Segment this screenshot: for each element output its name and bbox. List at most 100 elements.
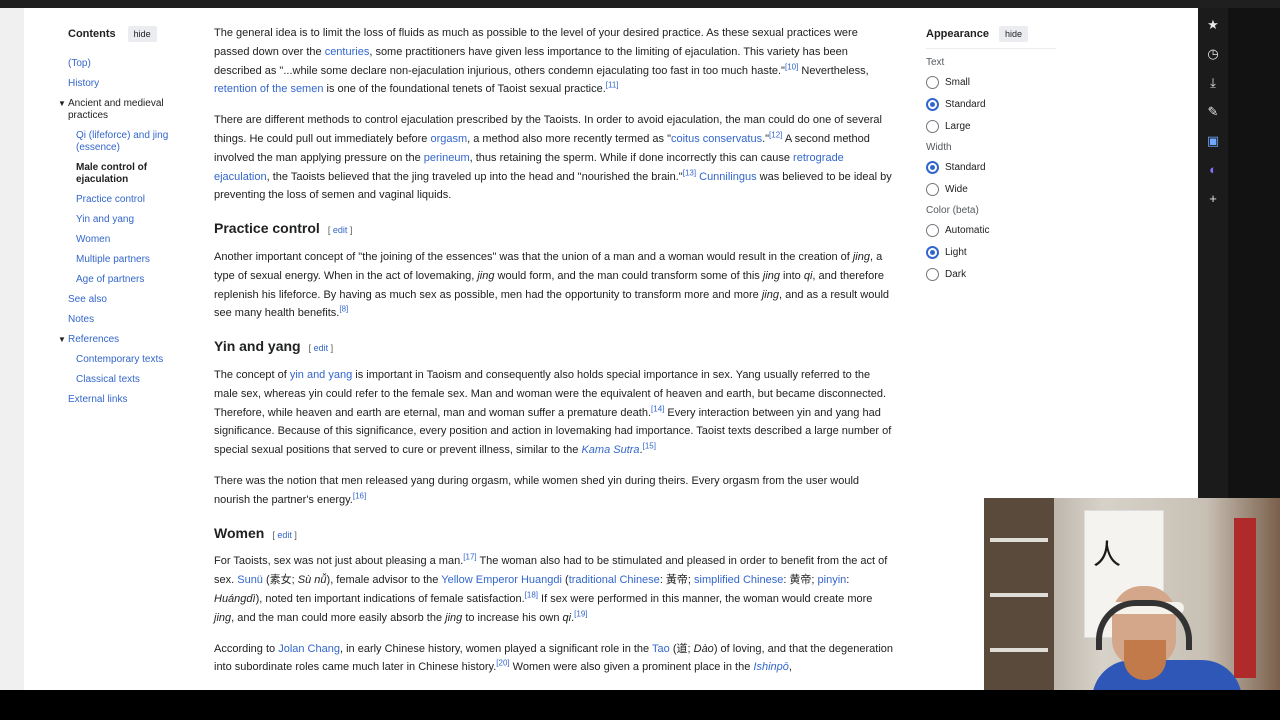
- radio-button[interactable]: [926, 224, 939, 237]
- toc-hide-button[interactable]: hide: [127, 26, 157, 42]
- toc-item-references[interactable]: ▼ References: [58, 334, 198, 346]
- radio-button[interactable]: [926, 183, 939, 196]
- text-size-standard-option[interactable]: Standard: [926, 98, 1056, 111]
- edit-link[interactable]: edit: [277, 530, 292, 540]
- radio-button[interactable]: [926, 268, 939, 281]
- webcam-overlay: 人: [984, 498, 1280, 720]
- toc-item-label: References: [68, 334, 120, 345]
- toc-item-qi-jing[interactable]: Qi (lifeforce) and jing (essence): [68, 130, 198, 154]
- toc-item-top[interactable]: (Top): [68, 58, 198, 70]
- toc-item-see-also[interactable]: See also: [68, 294, 198, 306]
- citation[interactable]: [10]: [785, 62, 798, 71]
- link[interactable]: orgasm: [430, 133, 467, 145]
- link[interactable]: Cunnilingus: [699, 171, 756, 183]
- citation[interactable]: [16]: [353, 491, 366, 500]
- download-icon[interactable]: ⤓: [1210, 74, 1216, 91]
- link[interactable]: centuries: [325, 46, 370, 58]
- toc-item-multiple-partners[interactable]: Multiple partners: [68, 254, 198, 266]
- link[interactable]: coitus conservatus: [671, 133, 762, 145]
- link[interactable]: perineum: [424, 152, 470, 164]
- section-heading-women: Women[ edit ]: [214, 524, 297, 541]
- section-heading-yin-yang: Yin and yang[ edit ]: [214, 338, 334, 355]
- radio-button[interactable]: [926, 76, 939, 89]
- width-wide-option[interactable]: Wide: [926, 183, 1056, 196]
- extension-icon[interactable]: ◐: [1209, 161, 1217, 178]
- browser-sidebar: ★ ◷ ⤓ ✎ ▣ ◐ +: [1198, 8, 1228, 498]
- appearance-hide-button[interactable]: hide: [998, 26, 1028, 42]
- toc-item-external-links[interactable]: External links: [68, 394, 198, 406]
- citation[interactable]: [20]: [496, 659, 509, 668]
- link[interactable]: traditional Chinese: [569, 574, 660, 586]
- paragraph: Another important concept of "the joinin…: [214, 250, 890, 320]
- citation[interactable]: [19]: [574, 609, 587, 618]
- page-left-gutter: [0, 8, 24, 690]
- citation[interactable]: [8]: [339, 305, 348, 314]
- radio-button[interactable]: [926, 246, 939, 259]
- text-size-label: Text: [926, 57, 945, 68]
- width-standard-option[interactable]: Standard: [926, 161, 1056, 174]
- translate-icon[interactable]: ▣: [1207, 132, 1219, 149]
- citation[interactable]: [11]: [606, 81, 619, 90]
- toc-item-women[interactable]: Women: [68, 234, 198, 246]
- star-icon[interactable]: ★: [1207, 16, 1219, 33]
- paragraph: The general idea is to limit the loss of…: [214, 27, 869, 96]
- paragraph: There are different methods to control e…: [214, 114, 892, 202]
- citation[interactable]: [14]: [651, 404, 664, 413]
- toc-item-contemporary[interactable]: Contemporary texts: [68, 354, 198, 366]
- color-dark-option[interactable]: Dark: [926, 268, 1056, 281]
- color-light-option[interactable]: Light: [926, 246, 1056, 259]
- toc-item-age-partners[interactable]: Age of partners: [68, 274, 198, 286]
- history-icon[interactable]: ◷: [1207, 45, 1218, 62]
- citation[interactable]: [12]: [769, 130, 782, 139]
- citation[interactable]: [15]: [643, 441, 656, 450]
- toc-item-notes[interactable]: Notes: [68, 314, 198, 326]
- appearance-panel: Appearance hide Text Small Standard Larg…: [926, 26, 1056, 290]
- radio-button[interactable]: [926, 98, 939, 111]
- toc-item-history[interactable]: History: [68, 78, 198, 90]
- dark-backdrop: [1228, 8, 1280, 498]
- toc-item-yin-yang[interactable]: Yin and yang: [68, 214, 198, 226]
- link[interactable]: Ishinpō: [753, 661, 788, 673]
- link[interactable]: Kama Sutra: [581, 444, 639, 456]
- text-size-small-option[interactable]: Small: [926, 76, 1056, 89]
- citation[interactable]: [17]: [463, 553, 476, 562]
- toc-item-male-control[interactable]: Male control of ejaculation: [68, 162, 198, 186]
- link[interactable]: Tao: [652, 643, 670, 655]
- citation[interactable]: [13]: [683, 168, 696, 177]
- plus-icon[interactable]: +: [1209, 190, 1217, 207]
- color-label: Color (beta): [926, 205, 979, 216]
- bookshelf: [984, 498, 1054, 720]
- toc-item-classical[interactable]: Classical texts: [68, 374, 198, 386]
- paragraph: For Taoists, sex was not just about plea…: [214, 552, 888, 624]
- citation[interactable]: [18]: [525, 590, 538, 599]
- paragraph: According to Jolan Chang, in early Chine…: [214, 642, 893, 674]
- radio-button[interactable]: [926, 161, 939, 174]
- edit-link[interactable]: edit: [333, 225, 348, 235]
- pen-icon[interactable]: ✎: [1208, 103, 1219, 120]
- toc-item-ancient[interactable]: ▼ Ancient and medieval practices: [58, 98, 198, 122]
- paragraph: The concept of yin and yang is important…: [214, 368, 892, 457]
- link[interactable]: pinyin: [818, 574, 847, 586]
- link[interactable]: retention of the semen: [214, 83, 323, 95]
- edit-link[interactable]: edit: [314, 343, 329, 353]
- browser-top-bar: [0, 0, 1280, 8]
- link[interactable]: Yellow Emperor Huangdi: [441, 574, 562, 586]
- link[interactable]: yin and yang: [290, 369, 352, 381]
- radio-button[interactable]: [926, 120, 939, 133]
- link[interactable]: simplified Chinese: [694, 574, 783, 586]
- chevron-down-icon[interactable]: ▼: [58, 98, 66, 110]
- chevron-down-icon[interactable]: ▼: [58, 334, 66, 346]
- color-automatic-option[interactable]: Automatic: [926, 224, 1056, 237]
- toc-title: Contents: [68, 28, 116, 40]
- paragraph: There was the notion that men released y…: [214, 474, 860, 506]
- section-heading-practice-control: Practice control[ edit ]: [214, 220, 353, 237]
- toc-item-label: Ancient and medieval practices: [68, 98, 164, 121]
- toc-item-practice-control[interactable]: Practice control: [68, 194, 198, 206]
- article-body: The general idea is to limit the loss of…: [214, 24, 894, 689]
- bottom-bar: [0, 690, 1280, 720]
- width-label: Width: [926, 142, 952, 153]
- link[interactable]: Jolan Chang: [278, 643, 340, 655]
- table-of-contents: Contents hide (Top) History ▼ Ancient an…: [58, 26, 198, 414]
- text-size-large-option[interactable]: Large: [926, 120, 1056, 133]
- link[interactable]: Sunü: [237, 574, 263, 586]
